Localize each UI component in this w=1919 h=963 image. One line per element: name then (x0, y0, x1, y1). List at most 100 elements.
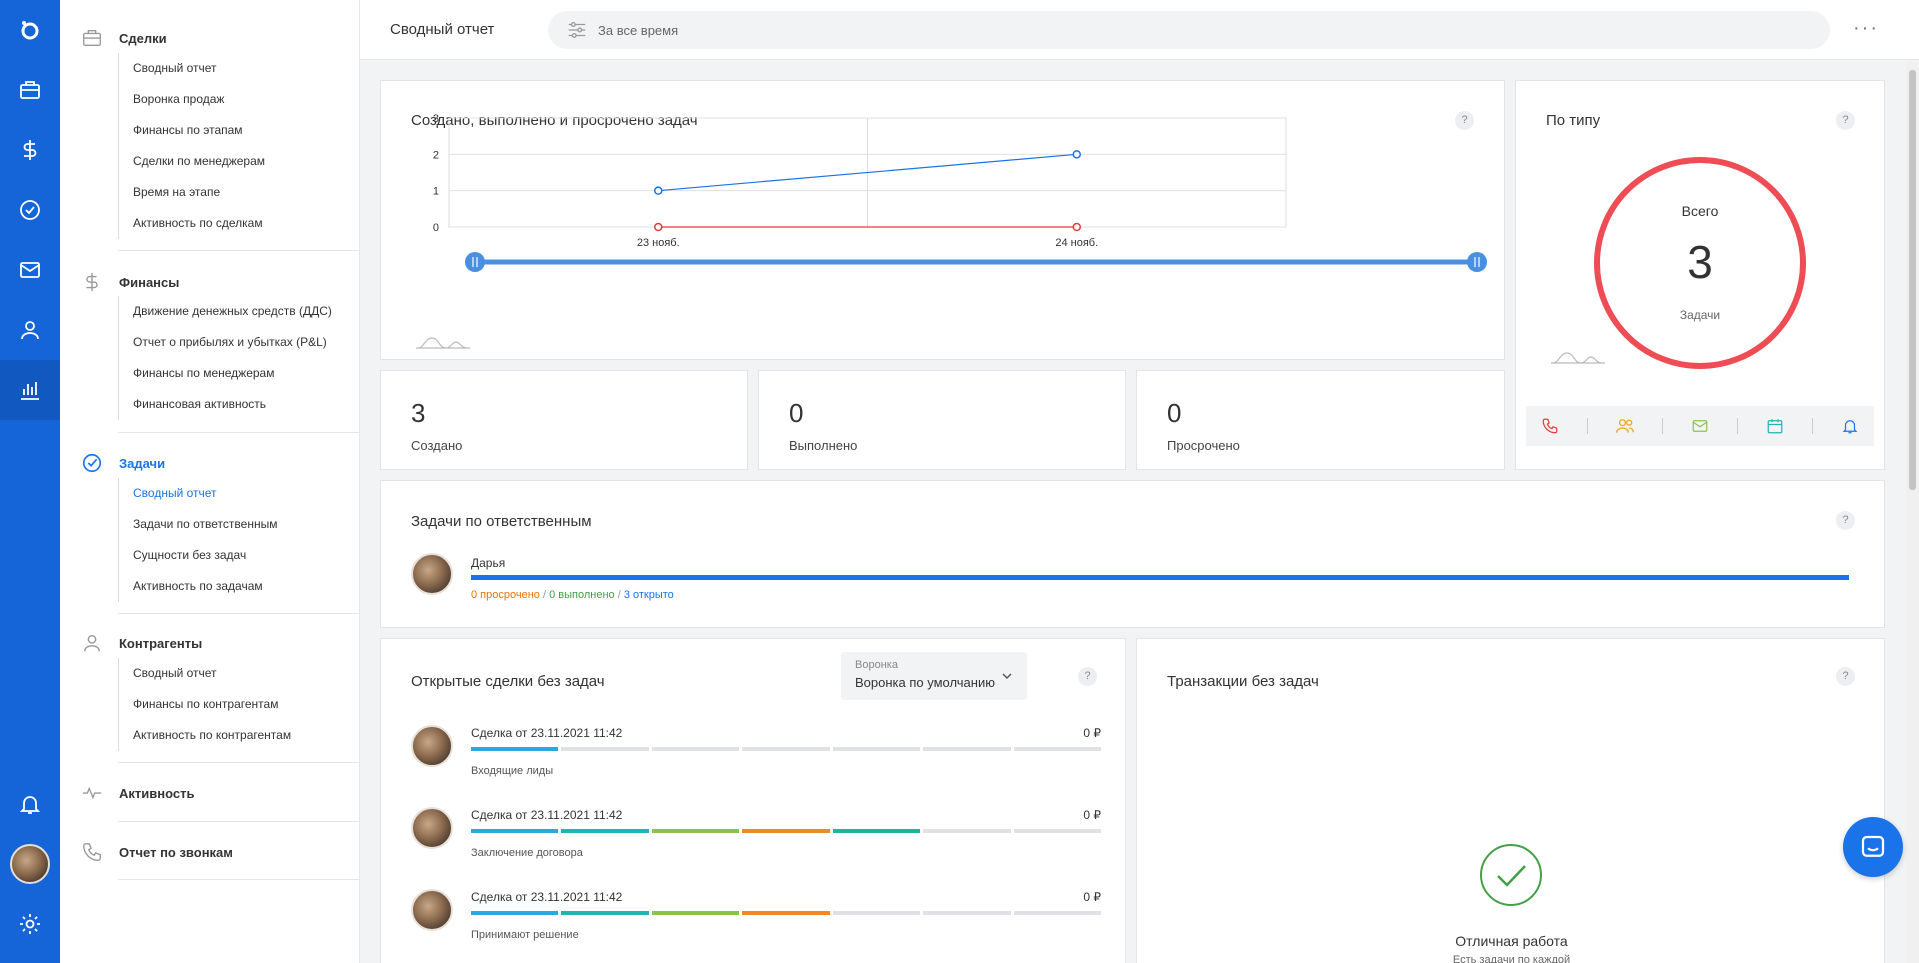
phone-icon (80, 840, 104, 864)
sidebar-item[interactable]: Сущности без задач (119, 540, 277, 571)
empty-subtitle: Есть задачи по каждой (1452, 954, 1571, 963)
bell-icon[interactable] (1840, 416, 1860, 436)
people-icon[interactable] (1615, 416, 1635, 436)
sidebar-item-active[interactable]: Сводный отчет (119, 478, 277, 509)
top-bar: Сводный отчет За все время ··· (360, 0, 1919, 60)
section-finance[interactable]: Финансы (80, 270, 179, 294)
finance-icon[interactable] (0, 120, 60, 180)
divider (118, 613, 359, 614)
funnel-select[interactable]: Воронка Воронка по умолчанию (841, 652, 1027, 700)
card-title: По типу (1546, 112, 1601, 129)
sidebar-item[interactable]: Отчет о прибылях и убытках (P&L) (119, 327, 332, 358)
help-icon[interactable]: ? (1078, 667, 1097, 686)
sidebar-item[interactable]: Финансовая активность (119, 389, 332, 420)
open-count[interactable]: 3 открыто (624, 589, 674, 601)
stage-segment (471, 911, 559, 915)
stage-segment (651, 829, 740, 833)
deal-stage-bar (471, 829, 1101, 833)
data-point (1072, 222, 1081, 232)
range-slider-handle[interactable] (1467, 252, 1487, 272)
mail-icon[interactable] (1690, 416, 1710, 436)
settings-icon[interactable] (0, 894, 60, 954)
reports-icon[interactable] (0, 360, 60, 420)
period-filter[interactable]: За все время (548, 11, 1830, 49)
check-circle-icon (80, 451, 104, 475)
deal-row[interactable]: Сделка от 23.11.2021 11:42 0 ₽ Принимают… (411, 889, 1101, 959)
sidebar-item[interactable]: Задачи по ответственным (119, 509, 277, 540)
card-title: Открытые сделки без задач (411, 673, 605, 690)
phone-icon[interactable] (1540, 416, 1560, 436)
sidebar-item[interactable]: Сводный отчет (119, 53, 265, 84)
chat-button[interactable] (1843, 817, 1903, 877)
stat-value: 0 (789, 398, 804, 428)
deals-icon[interactable] (0, 60, 60, 120)
section-tasks[interactable]: Задачи (80, 451, 165, 475)
data-point (654, 186, 663, 195)
section-title: Финансы (119, 274, 180, 290)
sidebar-item[interactable]: Сводный отчет (119, 658, 291, 689)
calendar-icon[interactable] (1765, 416, 1785, 436)
funnel-label: Воронка (855, 659, 898, 671)
filter-label: За все время (598, 22, 679, 38)
tasks-icon[interactable] (0, 180, 60, 240)
done-count[interactable]: 0 выполнено (549, 589, 615, 601)
sidebar-item[interactable]: Движение денежных средств (ДДС) (119, 296, 332, 327)
section-contractors[interactable]: Контрагенты (80, 631, 202, 655)
total-label: Всего (1681, 203, 1719, 219)
mail-icon[interactable] (0, 240, 60, 300)
total-unit: Задачи (1679, 308, 1721, 322)
more-menu-icon[interactable]: ··· (1853, 17, 1879, 40)
deal-row[interactable]: Сделка от 23.11.2021 11:42 0 ₽ Входящие … (411, 725, 1101, 795)
sidebar-item[interactable]: Активность по сделкам (119, 208, 265, 239)
help-icon[interactable]: ? (1836, 511, 1855, 530)
page-scrollbar[interactable] (1906, 62, 1919, 963)
y-tick-label: 3 (433, 113, 439, 125)
page-title: Сводный отчет (390, 21, 495, 38)
help-icon[interactable]: ? (1836, 111, 1855, 130)
logo-icon[interactable] (0, 0, 60, 60)
deal-amount: 0 ₽ (1083, 726, 1101, 740)
x-tick-label: 24 нояб. (1055, 237, 1098, 249)
stage-segment (561, 829, 649, 833)
tasks-sublist: Сводный отчет Задачи по ответственным Су… (118, 478, 277, 602)
sidebar-item[interactable]: Активность по контрагентам (119, 720, 291, 751)
stat-value: 0 (1167, 398, 1182, 428)
separator (1737, 418, 1739, 434)
sidebar-item[interactable]: Время на этапе (119, 177, 265, 208)
responsible-name: Дарья (471, 556, 506, 570)
contacts-icon[interactable] (0, 300, 60, 360)
card-title: Задачи по ответственным (411, 513, 592, 530)
help-icon[interactable]: ? (1836, 667, 1855, 686)
sidebar-item[interactable]: Сделки по менеджерам (119, 146, 265, 177)
sidebar-item[interactable]: Воронка продаж (119, 84, 265, 115)
stage-segment (832, 911, 921, 915)
sparkline-icon (416, 337, 470, 349)
bell-icon[interactable] (0, 774, 60, 834)
section-deals[interactable]: Сделки (80, 26, 167, 50)
separator (1586, 418, 1588, 434)
stage-segment (651, 747, 740, 751)
tasks-chart-card: Создано, выполнено и просрочено задач ? … (380, 80, 1505, 360)
section-activity[interactable]: Активность (80, 781, 194, 805)
transactions-card: Транзакции без задач ? Отличная работа Е… (1136, 638, 1885, 963)
sidebar-item[interactable]: Финансы по контрагентам (119, 689, 291, 720)
separator: / (617, 589, 621, 601)
stage-segment (561, 747, 649, 751)
deal-row[interactable]: Сделка от 23.11.2021 11:42 0 ₽ Заключени… (411, 807, 1101, 877)
section-calls[interactable]: Отчет по звонкам (80, 840, 233, 864)
stage-segment (1013, 911, 1101, 915)
scrollbar-thumb[interactable] (1909, 70, 1916, 490)
range-slider-handle[interactable] (465, 252, 485, 272)
person-icon (80, 631, 104, 655)
separator (1812, 418, 1814, 434)
avatar (411, 553, 453, 595)
stage-segment (651, 911, 740, 915)
sidebar-item[interactable]: Финансы по менеджерам (119, 358, 332, 389)
stage-segment (742, 829, 830, 833)
separator (1661, 418, 1663, 434)
sidebar-item[interactable]: Активность по задачам (119, 571, 277, 602)
sidebar-item[interactable]: Финансы по этапам (119, 115, 265, 146)
section-title: Сделки (119, 30, 167, 46)
overdue-count[interactable]: 0 просрочено (471, 589, 540, 601)
user-avatar[interactable] (0, 834, 60, 894)
